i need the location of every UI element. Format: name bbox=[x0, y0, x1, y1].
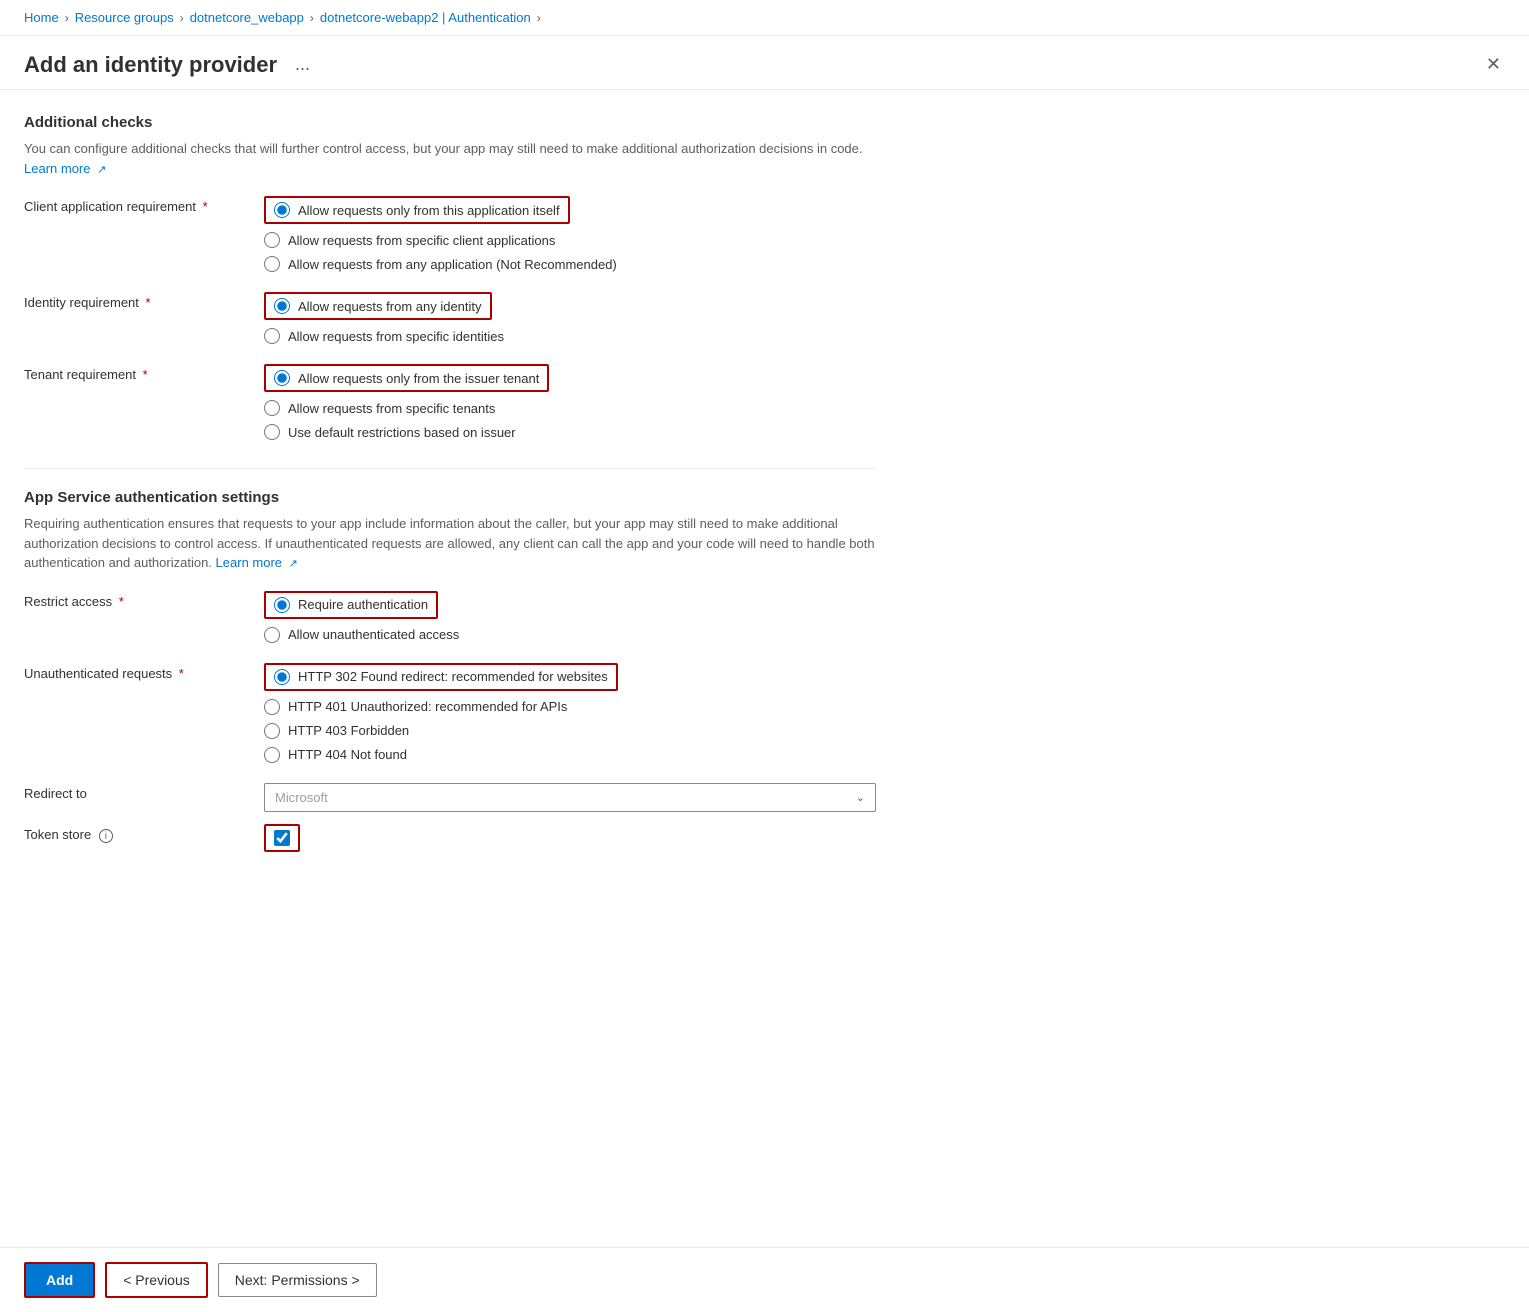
client-app-req-option-1: Allow requests only from this applicatio… bbox=[264, 196, 876, 224]
token-store-row: Token store i bbox=[24, 824, 876, 852]
tenant-req-radio-1[interactable] bbox=[274, 370, 290, 386]
page-header: Add an identity provider ... ✕ bbox=[0, 36, 1529, 90]
token-store-option bbox=[264, 824, 876, 852]
identity-req-radio-2[interactable] bbox=[264, 328, 280, 344]
unauth-requests-required: * bbox=[179, 666, 184, 681]
tenant-req-radio-2[interactable] bbox=[264, 400, 280, 416]
restrict-access-option-1: Require authentication bbox=[264, 591, 876, 619]
identity-req-row: Identity requirement * Allow requests fr… bbox=[24, 292, 876, 352]
breadcrumb-dotnetcore-webapp[interactable]: dotnetcore_webapp bbox=[190, 10, 304, 25]
redirect-to-label: Redirect to bbox=[24, 783, 264, 801]
token-store-controls bbox=[264, 824, 876, 852]
unauth-req-option-4: HTTP 404 Not found bbox=[264, 747, 876, 763]
client-app-req-radio-2[interactable] bbox=[264, 232, 280, 248]
dropdown-arrow-icon: ⌄ bbox=[856, 791, 865, 804]
breadcrumb-resource-groups[interactable]: Resource groups bbox=[75, 10, 174, 25]
restrict-access-radio-1[interactable] bbox=[274, 597, 290, 613]
section-divider bbox=[24, 468, 876, 469]
breadcrumb-sep-2: › bbox=[180, 11, 184, 25]
client-app-req-radio-3[interactable] bbox=[264, 256, 280, 272]
additional-checks-learn-more[interactable]: Learn more ↗ bbox=[24, 161, 106, 176]
unauth-req-radio-4[interactable] bbox=[264, 747, 280, 763]
tenant-req-row: Tenant requirement * Allow requests only… bbox=[24, 364, 876, 448]
breadcrumb-sep-3: › bbox=[310, 11, 314, 25]
tenant-req-option-1-label[interactable]: Allow requests only from the issuer tena… bbox=[264, 364, 549, 392]
tenant-req-radio-3[interactable] bbox=[264, 424, 280, 440]
restrict-access-radio-2[interactable] bbox=[264, 627, 280, 643]
unauth-requests-controls: HTTP 302 Found redirect: recommended for… bbox=[264, 663, 876, 771]
next-button[interactable]: Next: Permissions > bbox=[218, 1263, 377, 1297]
restrict-access-option-1-label[interactable]: Require authentication bbox=[264, 591, 438, 619]
client-app-req-controls: Allow requests only from this applicatio… bbox=[264, 196, 876, 280]
redirect-to-dropdown[interactable]: Microsoft ⌄ bbox=[264, 783, 876, 812]
client-app-req-option-3: Allow requests from any application (Not… bbox=[264, 256, 876, 272]
unauth-req-radio-3[interactable] bbox=[264, 723, 280, 739]
breadcrumb-sep-4: › bbox=[537, 11, 541, 25]
redirect-to-controls: Microsoft ⌄ bbox=[264, 783, 876, 812]
breadcrumb: Home › Resource groups › dotnetcore_weba… bbox=[0, 0, 1529, 36]
tenant-req-option-1: Allow requests only from the issuer tena… bbox=[264, 364, 876, 392]
app-service-learn-more[interactable]: Learn more ↗ bbox=[216, 555, 298, 570]
token-store-checkbox[interactable] bbox=[274, 830, 290, 846]
additional-checks-description: You can configure additional checks that… bbox=[24, 139, 876, 178]
main-content: Additional checks You can configure addi… bbox=[0, 90, 900, 964]
tenant-req-controls: Allow requests only from the issuer tena… bbox=[264, 364, 876, 448]
unauth-requests-label: Unauthenticated requests * bbox=[24, 663, 264, 681]
unauth-req-option-1: HTTP 302 Found redirect: recommended for… bbox=[264, 663, 876, 691]
app-service-description: Requiring authentication ensures that re… bbox=[24, 514, 876, 573]
tenant-req-label: Tenant requirement * bbox=[24, 364, 264, 382]
additional-checks-title: Additional checks bbox=[24, 114, 876, 131]
client-app-req-label: Client application requirement * bbox=[24, 196, 264, 214]
tenant-req-option-2: Allow requests from specific tenants bbox=[264, 400, 876, 416]
more-options-button[interactable]: ... bbox=[289, 52, 316, 77]
add-button[interactable]: Add bbox=[24, 1262, 95, 1298]
previous-button[interactable]: < Previous bbox=[105, 1262, 208, 1298]
page-header-left: Add an identity provider ... bbox=[24, 52, 316, 78]
close-button[interactable]: ✕ bbox=[1482, 50, 1505, 79]
redirect-to-row: Redirect to Microsoft ⌄ bbox=[24, 783, 876, 812]
client-app-req-row: Client application requirement * Allow r… bbox=[24, 196, 876, 280]
unauth-req-option-1-label[interactable]: HTTP 302 Found redirect: recommended for… bbox=[264, 663, 618, 691]
token-store-checkbox-highlighted[interactable] bbox=[264, 824, 300, 852]
breadcrumb-sep-1: › bbox=[65, 11, 69, 25]
identity-req-label: Identity requirement * bbox=[24, 292, 264, 310]
client-app-req-option-1-label[interactable]: Allow requests only from this applicatio… bbox=[264, 196, 570, 224]
identity-req-option-2: Allow requests from specific identities bbox=[264, 328, 876, 344]
restrict-access-controls: Require authentication Allow unauthentic… bbox=[264, 591, 876, 651]
identity-req-required: * bbox=[146, 295, 151, 310]
footer: Add < Previous Next: Permissions > bbox=[0, 1247, 1529, 1312]
breadcrumb-home[interactable]: Home bbox=[24, 10, 59, 25]
token-store-info-icon[interactable]: i bbox=[99, 829, 113, 843]
token-store-label: Token store i bbox=[24, 824, 264, 844]
restrict-access-row: Restrict access * Require authentication… bbox=[24, 591, 876, 651]
redirect-to-value: Microsoft bbox=[275, 790, 328, 805]
identity-req-radio-1[interactable] bbox=[274, 298, 290, 314]
page-title: Add an identity provider bbox=[24, 52, 277, 78]
identity-req-controls: Allow requests from any identity Allow r… bbox=[264, 292, 876, 352]
restrict-access-required: * bbox=[119, 594, 124, 609]
external-link-icon: ↗ bbox=[97, 162, 106, 179]
unauth-requests-row: Unauthenticated requests * HTTP 302 Foun… bbox=[24, 663, 876, 771]
identity-req-option-1: Allow requests from any identity bbox=[264, 292, 876, 320]
tenant-req-required: * bbox=[143, 367, 148, 382]
client-app-req-option-2: Allow requests from specific client appl… bbox=[264, 232, 876, 248]
unauth-req-radio-1[interactable] bbox=[274, 669, 290, 685]
unauth-req-radio-2[interactable] bbox=[264, 699, 280, 715]
unauth-req-option-2: HTTP 401 Unauthorized: recommended for A… bbox=[264, 699, 876, 715]
identity-req-option-1-label[interactable]: Allow requests from any identity bbox=[264, 292, 492, 320]
app-service-external-link-icon: ↗ bbox=[289, 556, 298, 573]
client-app-req-required: * bbox=[203, 199, 208, 214]
restrict-access-label: Restrict access * bbox=[24, 591, 264, 609]
breadcrumb-auth[interactable]: dotnetcore-webapp2 | Authentication bbox=[320, 10, 531, 25]
unauth-req-option-3: HTTP 403 Forbidden bbox=[264, 723, 876, 739]
tenant-req-option-3: Use default restrictions based on issuer bbox=[264, 424, 876, 440]
client-app-req-radio-1[interactable] bbox=[274, 202, 290, 218]
app-service-section: App Service authentication settings Requ… bbox=[24, 489, 876, 852]
additional-checks-section: Additional checks You can configure addi… bbox=[24, 114, 876, 448]
restrict-access-option-2: Allow unauthenticated access bbox=[264, 627, 876, 643]
app-service-title: App Service authentication settings bbox=[24, 489, 876, 506]
